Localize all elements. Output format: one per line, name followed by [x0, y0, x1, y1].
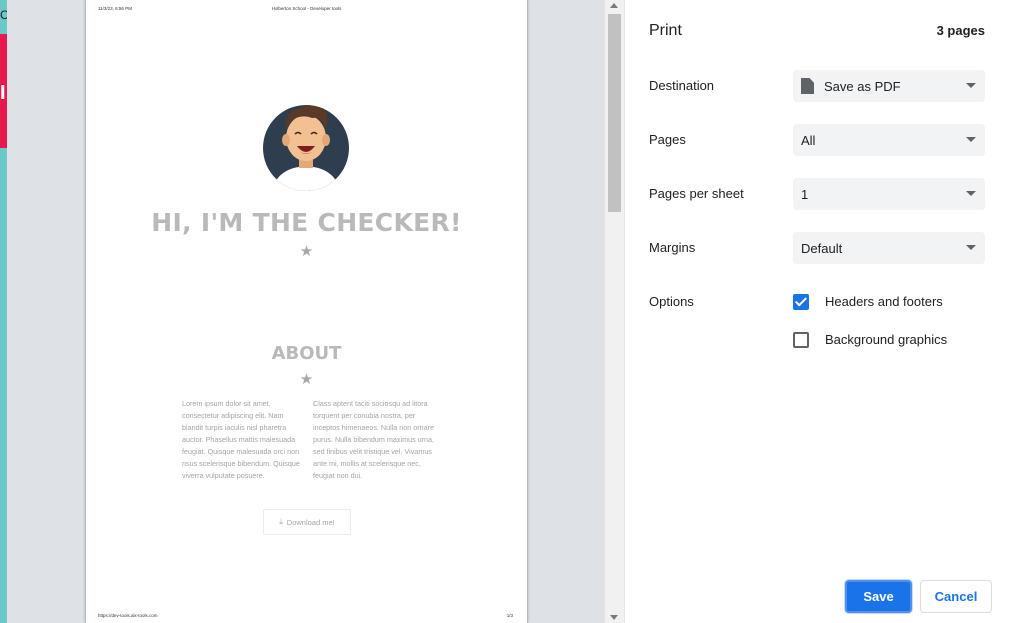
underlying-page-edge: C I [0, 0, 9, 623]
print-preview-area[interactable]: 11/3/23, 6:56 PM Holberton School - Deve… [7, 0, 605, 623]
page-hero-title: HI, I'M THE CHECKER! [151, 208, 462, 237]
page-header-title: Holberton School - Developer tools [271, 6, 342, 11]
chevron-down-icon [966, 245, 976, 250]
options-label: Options [649, 294, 694, 309]
chevron-down-icon [966, 191, 976, 196]
underlying-text-fragment-2: I [0, 82, 6, 104]
margins-select[interactable]: Default [793, 232, 985, 264]
pages-value: All [801, 132, 816, 148]
preview-scrollbar[interactable] [605, 0, 624, 623]
background-graphics-label[interactable]: Background graphics [825, 332, 947, 347]
destination-select[interactable]: Save as PDF [793, 70, 985, 102]
about-heading: ABOUT [271, 343, 342, 364]
download-button: ⤓ Download me! [263, 509, 351, 535]
about-text-left: Lorem ipsum dolor sit amet, consectetur … [182, 399, 300, 480]
file-icon [801, 78, 814, 94]
background-graphics-checkbox[interactable] [793, 332, 809, 348]
about-text-right: Class aptent taciti sociosqu ad litora t… [313, 399, 435, 480]
headers-footers-label[interactable]: Headers and footers [825, 294, 943, 309]
page-footer-number: 1/3 [506, 613, 513, 618]
destination-value: Save as PDF [824, 78, 901, 94]
pages-per-sheet-value: 1 [801, 186, 809, 202]
preview-page: 11/3/23, 6:56 PM Holberton School - Deve… [85, 0, 528, 623]
cancel-button[interactable]: Cancel [920, 580, 992, 613]
pages-label: Pages [649, 132, 686, 147]
scroll-down-arrow-icon[interactable] [610, 615, 618, 620]
star-icon: ★ [299, 243, 314, 260]
destination-label: Destination [649, 78, 715, 93]
scroll-up-arrow-icon[interactable] [610, 3, 618, 8]
chevron-down-icon [966, 137, 976, 142]
pages-per-sheet-label: Pages per sheet [649, 186, 744, 201]
download-icon: ⤓ [279, 517, 283, 526]
save-button[interactable]: Save [845, 580, 912, 613]
margins-value: Default [801, 240, 843, 256]
headers-footers-checkbox[interactable] [793, 294, 809, 310]
print-settings-panel: Print 3 pages Destination Save as PDF Pa… [624, 0, 1009, 623]
checker-avatar [263, 105, 349, 191]
chevron-down-icon [966, 83, 976, 88]
pages-select[interactable]: All [793, 124, 985, 156]
pages-per-sheet-select[interactable]: 1 [793, 178, 985, 210]
margins-label: Margins [649, 240, 696, 255]
print-title: Print [649, 22, 682, 39]
download-label: Download me! [286, 517, 335, 527]
scrollbar-thumb[interactable] [608, 14, 621, 212]
star-icon: ★ [299, 371, 314, 388]
page-count: 3 pages [936, 23, 985, 38]
page-footer-url: https://dev-tools.alx-tools.com [98, 613, 158, 618]
